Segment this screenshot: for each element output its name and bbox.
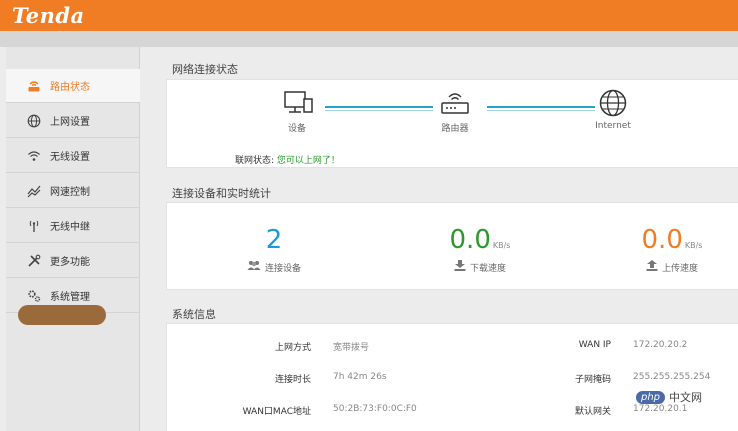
sidebar-item-label: 更多功能 <box>50 257 90 268</box>
sidebar-item-label: 系统管理 <box>50 292 90 303</box>
upload-unit: KB/s <box>684 241 703 250</box>
watermark-text: 中文网 <box>669 391 703 404</box>
upload-value: 0.0 <box>641 225 683 255</box>
sidebar-item-wireless-repeater[interactable]: 无线中继 <box>6 209 140 243</box>
info-value: 255.255.255.254 <box>633 372 711 382</box>
connection-line-router-internet <box>487 106 595 111</box>
info-label: WAN IP <box>578 340 611 350</box>
download-icon <box>454 260 466 274</box>
sidebar-item-router-status[interactable]: 路由状态 <box>6 69 140 103</box>
sidebar-item-internet-settings[interactable]: 上网设置 <box>6 104 140 138</box>
router-node: 路由器 <box>425 90 485 134</box>
info-label: 默认网关 <box>574 407 611 417</box>
info-value: 宽带拨号 <box>333 343 370 353</box>
device-label: 设备 <box>287 124 306 134</box>
download-value: 0.0 <box>449 225 491 255</box>
gear-icon <box>26 288 42 304</box>
sidebar-item-more-features[interactable]: 更多功能 <box>6 244 140 278</box>
sidebar-item-label: 路由状态 <box>50 82 90 93</box>
brand-logo: Tenda <box>12 3 85 28</box>
sub-bar <box>0 31 738 47</box>
users-icon <box>247 260 261 274</box>
sidebar-item-wireless-settings[interactable]: 无线设置 <box>6 139 140 173</box>
info-label: 子网掩码 <box>574 375 611 385</box>
router-label: 路由器 <box>441 124 469 134</box>
download-unit: KB/s <box>492 241 511 250</box>
network-status-title: 网络连接状态 <box>172 63 238 76</box>
main-content: 网络连接状态 设备 路由器 Internet 联网状态: 您可以上网了！ 连接设… <box>144 47 738 431</box>
system-info-panel: 上网方式 宽带拨号 WAN IP 172.20.20.2 连接时长 7h 42m… <box>166 323 738 431</box>
status-value: 您可以上网了！ <box>276 156 340 166</box>
download-label: 下载速度 <box>469 263 506 274</box>
sidebar-item-label: 网速控制 <box>50 187 90 198</box>
internet-node: Internet <box>583 88 643 131</box>
repeater-icon <box>26 218 42 234</box>
tools-icon <box>26 253 42 269</box>
info-label: 上网方式 <box>274 343 311 353</box>
system-info-title: 系统信息 <box>172 308 216 321</box>
sidebar-item-speed-control[interactable]: 网速控制 <box>6 174 140 208</box>
upload-label: 上传速度 <box>661 263 698 274</box>
connection-line-device-router <box>325 106 433 111</box>
router-device-icon <box>437 93 473 121</box>
download-speed-stat: 0.0 KB/s 下载速度 <box>425 225 535 274</box>
globe-icon <box>26 113 42 129</box>
info-value: 172.20.20.2 <box>633 340 688 350</box>
internet-globe-icon <box>597 89 629 121</box>
upload-speed-stat: 0.0 KB/s 上传速度 <box>617 225 727 274</box>
device-icon <box>279 91 315 121</box>
info-label: 连接时长 <box>274 375 311 385</box>
network-status-panel: 设备 路由器 Internet 联网状态: 您可以上网了！ <box>166 79 738 168</box>
stats-title: 连接设备和实时统计 <box>172 187 271 200</box>
speed-icon <box>26 183 42 199</box>
connected-devices-stat[interactable]: 2 连接设备 <box>229 225 319 274</box>
sidebar-item-label: 无线中继 <box>50 222 90 233</box>
device-node: 设备 <box>272 90 322 134</box>
top-bar: Tenda <box>0 0 738 31</box>
status-label: 联网状态: <box>235 156 275 166</box>
sidebar-item-label: 无线设置 <box>50 152 90 163</box>
wifi-icon <box>26 148 42 164</box>
info-value: 7h 42m 26s <box>333 372 387 382</box>
watermark: php 中文网 <box>636 389 702 405</box>
internet-label: Internet <box>595 121 631 131</box>
redaction-blob <box>18 305 106 325</box>
connection-status: 联网状态: 您可以上网了！ <box>235 153 340 166</box>
sidebar-item-label: 上网设置 <box>50 117 90 128</box>
info-label: WAN口MAC地址 <box>242 407 311 417</box>
info-value: 50:2B:73:F0:0C:F0 <box>333 404 417 414</box>
info-value: 172.20.20.1 <box>633 404 688 414</box>
devices-count: 2 <box>265 225 283 255</box>
sidebar: 路由状态 上网设置 无线设置 网速控制 无线中继 更多功能 系统管理 <box>6 47 140 431</box>
stats-panel: 2 连接设备 0.0 KB/s 下载速度 0.0 KB/s 上传速度 <box>166 202 738 290</box>
devices-label: 连接设备 <box>264 263 301 274</box>
router-icon <box>26 78 42 94</box>
watermark-badge: php <box>636 390 666 404</box>
upload-icon <box>646 260 658 274</box>
